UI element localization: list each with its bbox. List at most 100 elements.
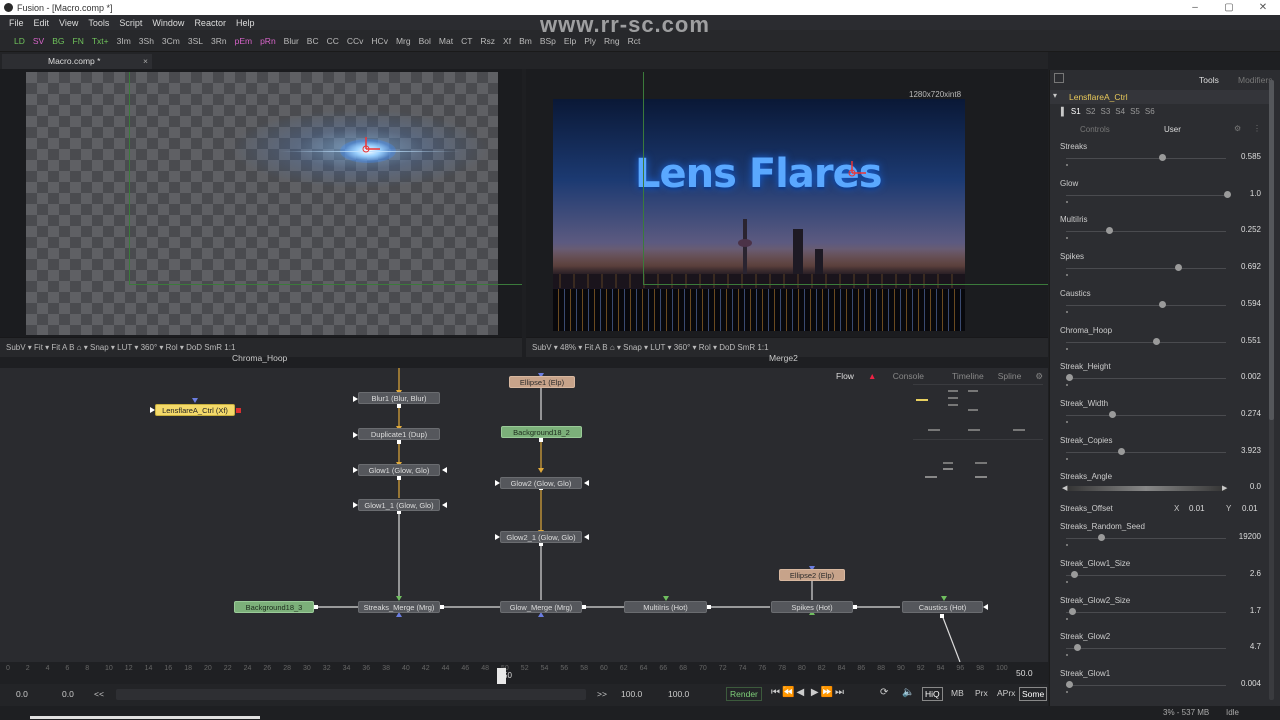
tool-button-fn[interactable]: FN [73, 36, 84, 46]
tool-button-bm[interactable]: Bm [519, 36, 532, 46]
node-glow1[interactable]: Glow1 (Glow, Glo) [358, 464, 440, 476]
tab-controls[interactable]: Controls [1080, 125, 1110, 134]
time-ruler[interactable]: 0 2 4 6 8 10 12 14 16 18 20 22 24 26 28 30 32 34 36 38 40 42 4… [0, 662, 1048, 684]
node-ellipse2[interactable]: Ellipse2 (Elp) [779, 569, 845, 581]
slider-track[interactable] [1066, 268, 1226, 270]
tool-button-mat[interactable]: Mat [439, 36, 453, 46]
tool-button-3cm[interactable]: 3Cm [162, 36, 180, 46]
offset-y-field[interactable]: 0.01 [1242, 504, 1258, 513]
param-value[interactable]: 0.004 [1241, 679, 1261, 688]
range-forward[interactable]: >> [597, 689, 607, 699]
maximize-icon[interactable]: ▢ [1212, 2, 1246, 13]
version-button-s6[interactable]: S6 [1145, 107, 1155, 116]
tool-button-xf[interactable]: Xf [503, 36, 511, 46]
render-button[interactable]: Render [726, 687, 762, 701]
scrollbar-thumb[interactable] [1269, 80, 1274, 420]
node-caustics[interactable]: Caustics (Hot) [902, 601, 983, 613]
menu-item-script[interactable]: Script [119, 18, 142, 28]
tool-button-3sl[interactable]: 3SL [188, 36, 203, 46]
node-glow1-1[interactable]: Glow1_1 (Glow, Glo) [358, 499, 440, 511]
tab-modifiers[interactable]: Modifiers [1238, 75, 1272, 85]
slider-track[interactable] [1066, 378, 1226, 380]
node-streaks-merge[interactable]: Streaks_Merge (Mrg) [358, 601, 440, 613]
slider-knob[interactable] [1097, 534, 1105, 542]
tool-button-bg[interactable]: BG [52, 36, 64, 46]
menu-item-file[interactable]: File [9, 18, 24, 28]
param-value[interactable]: 2.6 [1250, 569, 1261, 578]
param-value[interactable]: 0.692 [1241, 262, 1261, 271]
param-value[interactable]: 1.0 [1250, 189, 1261, 198]
viewer-right[interactable]: 1280x720xint8 Lens Flares [526, 69, 1048, 337]
param-value[interactable]: 1.7 [1250, 606, 1261, 615]
close-icon[interactable]: ✕ [1246, 2, 1280, 13]
minimize-icon[interactable]: – [1178, 2, 1212, 13]
node-multiiris[interactable]: MultiIris (Hot) [624, 601, 707, 613]
tool-button-sv[interactable]: SV [33, 36, 44, 46]
playback-controls[interactable]: ⏮⏪◀ ▶⏩⏭ [771, 687, 846, 698]
tab-timeline[interactable]: Timeline [952, 371, 984, 385]
range-slider[interactable] [116, 689, 586, 700]
slider-track[interactable] [1066, 158, 1226, 159]
render-start[interactable]: 0.0 [62, 689, 74, 699]
version-button-s3[interactable]: S3 [1101, 107, 1111, 116]
slider-knob[interactable] [1066, 374, 1073, 382]
flow-node-editor[interactable]: LensflareA_Ctrl (Xf) Blur1 (Blur, Blur) … [0, 368, 1048, 662]
tool-header[interactable]: ▾ LensflareA_Ctrl [1050, 90, 1272, 104]
transform-handle-icon[interactable] [844, 159, 868, 181]
param-value[interactable]: 0.594 [1241, 299, 1261, 308]
slider-knob[interactable] [1159, 154, 1167, 161]
slider-knob[interactable] [1066, 681, 1073, 689]
playhead[interactable] [497, 668, 506, 684]
tool-button-ccv[interactable]: CCv [347, 36, 364, 46]
collapse-icon[interactable]: ▾ [1053, 91, 1057, 100]
tab-tools[interactable]: Tools [1199, 75, 1219, 85]
menu-item-reactor[interactable]: Reactor [194, 18, 226, 28]
tool-button-blur[interactable]: Blur [284, 36, 299, 46]
audio-icon[interactable]: 🔈 [902, 687, 914, 698]
slider-track[interactable] [1066, 575, 1226, 576]
end-frame-display[interactable]: 50.0 [1016, 668, 1033, 678]
viewer-left-controls[interactable]: SubV ▾ Fit ▾ Fit A B ⌂ ▾ Snap ▾ LUT ▾ 36… [6, 343, 235, 352]
tab-close-icon[interactable]: × [143, 54, 148, 69]
settings-icon[interactable]: ⚙ [1035, 371, 1043, 385]
param-value[interactable]: 0.585 [1241, 152, 1261, 161]
viewer-left[interactable] [0, 69, 522, 337]
aprx-button[interactable]: APrx [997, 688, 1015, 698]
node-glow2[interactable]: Glow2 (Glow, Glo) [500, 477, 582, 489]
tool-button-ct[interactable]: CT [461, 36, 472, 46]
slider-track[interactable] [1066, 486, 1226, 492]
param-value[interactable]: 0.274 [1241, 409, 1261, 418]
slider-track[interactable] [1066, 648, 1226, 650]
node-blur1[interactable]: Blur1 (Blur, Blur) [358, 392, 440, 404]
version-button-s4[interactable]: S4 [1115, 107, 1125, 116]
node-duplicate1[interactable]: Duplicate1 (Dup) [358, 428, 440, 440]
node-background18-2[interactable]: Background18_2 [501, 426, 582, 438]
some-button[interactable]: Some [1019, 687, 1048, 701]
pin-icon[interactable]: ▐ [1058, 107, 1064, 116]
menu-item-edit[interactable]: Edit [34, 18, 50, 28]
tool-button-txt[interactable]: Txt+ [92, 36, 109, 46]
offset-x-field[interactable]: 0.01 [1189, 504, 1205, 513]
slider-track[interactable] [1066, 304, 1226, 306]
menu-item-view[interactable]: View [59, 18, 78, 28]
menu-item-window[interactable]: Window [152, 18, 184, 28]
version-button-s1[interactable]: S1 [1071, 107, 1081, 116]
tool-button-mrg[interactable]: Mrg [396, 36, 411, 46]
mb-button[interactable]: MB [951, 688, 964, 698]
version-button-s2[interactable]: S2 [1086, 107, 1096, 116]
tool-button-ld[interactable]: LD [14, 36, 25, 46]
hiq-button[interactable]: HiQ [922, 687, 943, 701]
node-glow-merge[interactable]: Glow_Merge (Mrg) [500, 601, 582, 613]
angle-left-icon[interactable]: ◀ [1062, 484, 1067, 492]
tool-button-hcv[interactable]: HCv [371, 36, 388, 46]
tab-console[interactable]: ▲ Console [868, 371, 938, 385]
render-end[interactable]: 100.0 [621, 689, 642, 699]
slider-track[interactable] [1066, 194, 1226, 196]
menu-item-tools[interactable]: Tools [88, 18, 109, 28]
inspector-scrollbar[interactable] [1269, 80, 1274, 700]
tool-button-pem[interactable]: pEm [235, 36, 252, 46]
slider-track[interactable] [1066, 538, 1226, 540]
more-icon[interactable]: ⋮ [1253, 124, 1261, 133]
param-value[interactable]: 4.7 [1250, 642, 1261, 651]
tab-flow[interactable]: Flow [836, 371, 854, 385]
